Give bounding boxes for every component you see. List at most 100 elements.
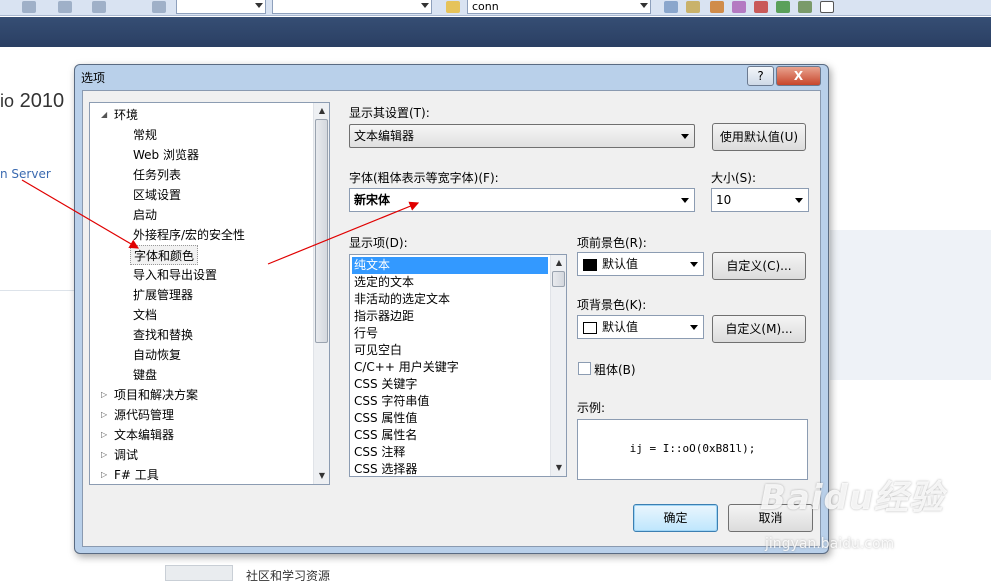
- foreground-custom-button[interactable]: 自定义(C)...: [712, 252, 806, 280]
- bold-checkbox[interactable]: [578, 362, 591, 375]
- find-in-files-icon[interactable]: [446, 1, 460, 13]
- find-combo[interactable]: conn: [467, 0, 651, 14]
- foreground-label: 项前景色(R):: [577, 236, 647, 250]
- display-list-item[interactable]: 行号: [352, 325, 548, 342]
- tree-item[interactable]: 扩展管理器: [133, 285, 193, 305]
- tree-item[interactable]: F# 工具: [114, 465, 159, 484]
- collapsed-arrow-icon[interactable]: ▷: [101, 445, 111, 465]
- display-list-item[interactable]: CSS 字符串值: [352, 393, 548, 410]
- display-list-item[interactable]: CSS 注释: [352, 444, 548, 461]
- show-settings-label: 显示其设置(T):: [349, 106, 430, 120]
- chevron-down-icon: [795, 198, 803, 203]
- scroll-down-icon[interactable]: ▼: [551, 460, 566, 476]
- size-value: 10: [716, 193, 732, 207]
- help-button[interactable]: ?: [747, 66, 774, 86]
- tree-item[interactable]: 文本编辑器: [114, 425, 174, 445]
- chevron-down-icon: [690, 325, 698, 330]
- tree-item[interactable]: 区域设置: [133, 185, 181, 205]
- object-browser-icon[interactable]: [710, 1, 724, 13]
- toolbox-icon[interactable]: [732, 1, 746, 13]
- solution-config-combo[interactable]: [176, 0, 266, 14]
- size-label: 大小(S):: [711, 171, 757, 185]
- tools-icon[interactable]: [754, 1, 768, 13]
- tree-item[interactable]: 查找和替换: [133, 325, 193, 345]
- tree-item[interactable]: 启动: [133, 205, 157, 225]
- ok-button[interactable]: 确定: [633, 504, 718, 532]
- navigate-back-icon[interactable]: [92, 1, 106, 13]
- tree-item[interactable]: Web 浏览器: [133, 145, 199, 165]
- start-page-icon[interactable]: [820, 1, 834, 13]
- find-combo-value: conn: [472, 0, 499, 13]
- tree-item[interactable]: 字体和颜色: [130, 245, 199, 265]
- display-items-list[interactable]: 纯文本 选定的文本 非活动的选定文本 指示器边距 行号 可见空白 C/C++ 用户关键字 CS…: [349, 254, 567, 477]
- dialog-title: 选项: [81, 71, 106, 85]
- properties-icon[interactable]: [686, 1, 700, 13]
- chevron-down-icon: [681, 134, 689, 139]
- use-defaults-button[interactable]: 使用默认值(U): [712, 123, 806, 151]
- tree-item[interactable]: 导入和导出设置: [133, 265, 217, 285]
- list-scroll-thumb[interactable]: [552, 271, 565, 287]
- start-page-panel: [830, 230, 991, 380]
- collapsed-arrow-icon[interactable]: ▷: [101, 385, 111, 405]
- font-combo[interactable]: 新宋体: [349, 188, 695, 212]
- background-combo[interactable]: 默认值: [577, 315, 704, 339]
- solution-platform-combo[interactable]: [272, 0, 432, 14]
- tree-item[interactable]: 外接程序/宏的安全性: [133, 225, 245, 245]
- tree-item[interactable]: 调试: [114, 445, 138, 465]
- tree-item[interactable]: 项目和解决方案: [114, 385, 198, 405]
- bold-label: 粗体(B): [594, 363, 636, 377]
- foreground-swatch: [583, 259, 597, 271]
- redo-icon[interactable]: [58, 1, 72, 13]
- options-tree[interactable]: ◢ 环境 常规 Web 浏览器 任务列表 区域设置 启动 外接程序/宏的安全性 字体和颜色 导入和…: [89, 102, 330, 485]
- collapsed-arrow-icon[interactable]: ▷: [101, 405, 111, 425]
- tree-item[interactable]: 键盘: [133, 365, 157, 385]
- background-swatch: [583, 322, 597, 334]
- extension-icon[interactable]: [776, 1, 790, 13]
- display-list-item[interactable]: CSS 属性值: [352, 410, 548, 427]
- close-button[interactable]: X: [776, 66, 821, 86]
- collapsed-arrow-icon[interactable]: ▷: [101, 465, 111, 484]
- community-resources-link[interactable]: 社区和学习资源: [246, 567, 330, 581]
- scroll-down-icon[interactable]: ▼: [314, 468, 329, 484]
- display-list-item[interactable]: CSS 选择器: [352, 461, 548, 476]
- display-list-item[interactable]: CSS 关键字: [352, 376, 548, 393]
- chevron-down-icon: [681, 198, 689, 203]
- vs-brand-logo: io 2010: [0, 90, 65, 112]
- font-value: 新宋体: [354, 193, 391, 207]
- ide-title-band: [0, 17, 991, 47]
- command-window-icon[interactable]: [798, 1, 812, 13]
- foreground-combo[interactable]: 默认值: [577, 252, 704, 276]
- tree-scrollbar[interactable]: ▲ ▼: [313, 103, 329, 484]
- expanded-arrow-icon[interactable]: ◢: [101, 105, 111, 125]
- ide-toolbar: conn: [0, 0, 991, 16]
- display-list-item[interactable]: 非活动的选定文本: [352, 291, 548, 308]
- tree-item[interactable]: 常规: [133, 125, 157, 145]
- tree-item[interactable]: 源代码管理: [114, 405, 174, 425]
- watermark-logo: Baidu经验: [760, 478, 945, 518]
- list-scrollbar[interactable]: ▲ ▼: [550, 255, 566, 476]
- collapsed-arrow-icon[interactable]: ▷: [101, 425, 111, 445]
- start-debug-icon[interactable]: [152, 1, 166, 13]
- tree-item[interactable]: 任务列表: [133, 165, 181, 185]
- tree-item[interactable]: 自动恢复: [133, 345, 181, 365]
- display-list-item[interactable]: 可见空白: [352, 342, 548, 359]
- display-list-item[interactable]: 选定的文本: [352, 274, 548, 291]
- background-custom-button[interactable]: 自定义(M)...: [712, 315, 806, 343]
- display-list-item[interactable]: C/C++ 用户关键字: [352, 359, 548, 376]
- font-label: 字体(粗体表示等宽字体)(F):: [349, 171, 499, 185]
- display-list-item[interactable]: 指示器边距: [352, 308, 548, 325]
- size-combo[interactable]: 10: [711, 188, 809, 212]
- chevron-down-icon: [690, 262, 698, 267]
- solution-explorer-icon[interactable]: [664, 1, 678, 13]
- scroll-up-icon[interactable]: ▲: [551, 255, 566, 271]
- display-list-item[interactable]: CSS 属性名: [352, 427, 548, 444]
- show-settings-combo[interactable]: 文本编辑器: [349, 124, 695, 148]
- undo-icon[interactable]: [22, 1, 36, 13]
- tree-item[interactable]: 环境: [114, 105, 138, 125]
- server-link[interactable]: n Server: [0, 167, 51, 181]
- tree-item[interactable]: 文档: [133, 305, 157, 325]
- scroll-up-icon[interactable]: ▲: [314, 103, 329, 119]
- tree-scroll-thumb[interactable]: [315, 119, 328, 343]
- display-list-item[interactable]: 纯文本: [352, 257, 548, 274]
- options-dialog: 选项 ? X ◢ 环境 常规 Web 浏览器 任务列表 区域设置 启动 外接程序/宏的安全性字…: [74, 64, 829, 554]
